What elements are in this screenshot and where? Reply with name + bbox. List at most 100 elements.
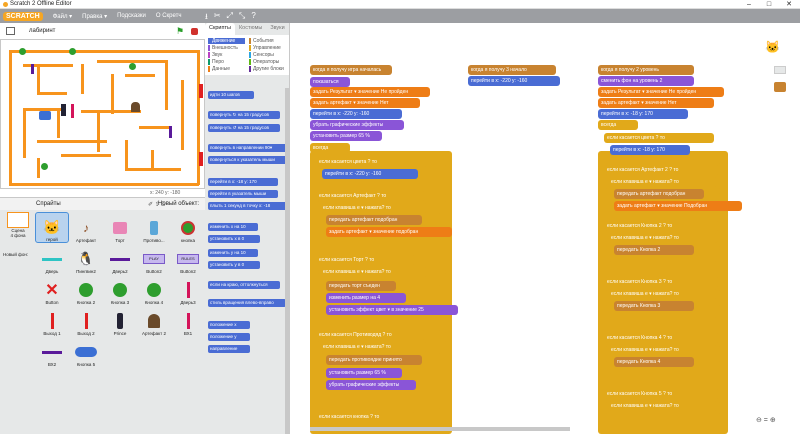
script-block[interactable]: если касается Кнопка 2 ? то [604,221,720,231]
script-block[interactable]: если клавиша e ▾ нажата? то [320,203,428,213]
button-sprite[interactable] [129,63,136,70]
palette-block[interactable]: повернуться к указатель мыши [208,156,288,164]
sprite-tile[interactable]: RULES Button2 [171,243,205,274]
script-block[interactable]: когда я получу игра началась [310,65,392,75]
script-h-scrollbar[interactable] [310,427,570,431]
palette-reporter[interactable]: направление [208,345,250,353]
sprite-tile[interactable]: Торт [103,212,137,243]
palette-block[interactable]: установить y в 0 [208,261,260,269]
category-looks[interactable]: Внешность [208,45,245,51]
presentation-mode-icon[interactable] [6,27,15,35]
script-block[interactable]: если клавиша e ▾ нажата? то [608,345,718,355]
sprite-tile[interactable]: ♪ Артефакт [69,212,103,243]
green-flag-icon[interactable]: ⚑ [176,26,184,37]
button-sprite[interactable] [19,48,26,55]
script-block[interactable]: перейти в x: -220 y: -160 [310,109,402,119]
palette-block[interactable]: идти 10 шагов [208,91,254,99]
sprite-tile[interactable]: PLAY Button2 [137,243,171,274]
sprite-tile[interactable]: ✕ Button [35,274,69,305]
menu-edit[interactable]: Правка ▾ [82,13,107,20]
sprite-tile[interactable]: Кнопка 4 [137,274,171,305]
sprite-tile[interactable]: Противо... [137,212,171,243]
script-block[interactable]: если клавиша e ▾ нажата? то [608,233,718,243]
script-block[interactable]: всегда [598,120,638,130]
menu-file[interactable]: Файл ▾ [53,13,72,20]
sprite-tile[interactable]: Дверь2 [103,243,137,274]
button-sprite[interactable] [41,163,48,170]
script-block[interactable]: если касается Кнопка 5 ? то [604,389,720,399]
script-block[interactable]: когда я получу 2 уровень [598,65,694,75]
script-block[interactable]: установить размер 65 % [310,131,382,141]
script-area[interactable]: когда я получу игра началась показаться за… [290,23,800,434]
script-block[interactable]: если касается Противодяд ? то [316,330,426,340]
stage-thumb[interactable]: Сцена 4 фона [4,212,32,246]
script-block[interactable]: изменить размер на 4 [326,293,406,303]
palette-block[interactable]: изменить y на 10 [208,249,258,257]
scratch-logo[interactable]: SCRATCH [3,11,43,21]
sprite-tile[interactable]: 🐱 герой [35,212,69,243]
script-block[interactable]: установить размер 65 % [326,368,402,378]
menu-tips[interactable]: Подсказки [117,13,146,19]
script-block[interactable]: если клавиша e ▾ нажата? то [608,401,718,411]
palette-block[interactable]: установить x в 0 [208,235,260,243]
palette-reporter[interactable]: положение y [208,333,250,341]
close-icon[interactable]: ✕ [782,0,796,9]
script-block[interactable]: задать артефакт ▾ значение Нет [310,98,420,108]
category-more-blocks[interactable]: Другие блоки [249,66,286,72]
menu-about[interactable]: О Скретч [156,13,182,19]
project-name[interactable]: лабиринт [29,28,55,34]
sprite-tile[interactable]: Кнопка 5 [69,336,103,367]
script-block[interactable]: передать артефакт подобран [326,215,422,225]
category-control[interactable]: Управление [249,45,286,51]
script-block[interactable]: перейти в x: -18 y: 170 [598,109,688,119]
script-block[interactable]: передать противоядие принято [326,355,422,365]
category-data[interactable]: Данные [208,66,245,72]
sprite-tile[interactable]: Выход 1 [35,305,69,336]
category-sound[interactable]: Звук [208,52,245,58]
category-operators[interactable]: Операторы [249,59,286,65]
script-block[interactable]: убрать графические эффекты [310,120,404,130]
script-block[interactable]: задать артефакт ▾ значение Подобран [614,201,742,211]
zoom-controls[interactable]: ⊖ = ⊕ [756,416,776,424]
palette-block[interactable]: изменить x на 10 [208,223,258,231]
upload-icon[interactable]: ⇪ [155,202,160,208]
palette-block[interactable]: перейти в x: -18 y: 170 [208,178,278,186]
category-sensing[interactable]: Сенсоры [249,52,286,58]
script-block[interactable]: если касается Артефакт 2 ? то [604,165,720,175]
script-block[interactable]: если касается Артефакт ? то [316,191,426,201]
script-block[interactable]: если касается Кнопка 4 ? то [604,333,720,343]
script-block[interactable]: всегда [310,143,350,153]
sprite-tile[interactable]: Prince [103,305,137,336]
stop-icon[interactable] [191,28,198,35]
script-block[interactable]: задать артефакт ▾ значение Нет [598,98,714,108]
script-block[interactable]: показаться [310,77,350,87]
sprite-tile[interactable]: Кнопка 3 [103,274,137,305]
tab-sounds[interactable]: Звуки [266,23,288,35]
script-block[interactable]: если клавиша e ▾ нажата? то [608,177,718,187]
category-motion[interactable]: Движение [208,38,245,44]
palette-block[interactable]: плыть 1 секунд в точку x: -18 [208,202,288,210]
script-block[interactable]: если клавиша e ▾ нажата? то [608,289,718,299]
script-block[interactable]: перейти в x: -18 y: 170 [610,145,690,155]
script-block[interactable]: сменить фон на уровень 2 [598,76,694,86]
sprite-tile[interactable]: Артефакт 2 [137,305,171,336]
category-events[interactable]: События [249,38,286,44]
script-block[interactable]: если касается Торт ? то [316,255,416,265]
script-block[interactable]: если касается цвета ? то [604,133,714,143]
sprite-tile[interactable]: кнопка [171,212,205,243]
script-block[interactable]: если касается кнопка ? то [316,412,416,422]
script-block[interactable]: задать Результат ▾ значение Не пройден [310,87,430,97]
tab-scripts[interactable]: Скрипты [205,23,235,35]
sprite-tile[interactable]: ВХ1 [171,305,205,336]
script-block[interactable]: передать Кнопка 4 [614,357,694,367]
script-block[interactable]: перейти в x: -220 y: -160 [322,169,418,179]
palette-block[interactable]: если на краю, оттолкнуться [208,281,280,289]
sprite-tile[interactable]: 🐧 Пингвин2 [69,243,103,274]
sprite-tile[interactable]: ВХ2 [35,336,69,367]
script-block[interactable]: передать артефакт подобран [614,189,704,199]
hero-sprite[interactable] [61,104,66,116]
script-block[interactable]: установить эффект цвет ▾ в значение 25 [326,305,458,315]
category-pen[interactable]: Перо [208,59,245,65]
button-sprite[interactable] [69,48,76,55]
script-block[interactable]: задать Результат ▾ значение Не пройден [598,87,724,97]
